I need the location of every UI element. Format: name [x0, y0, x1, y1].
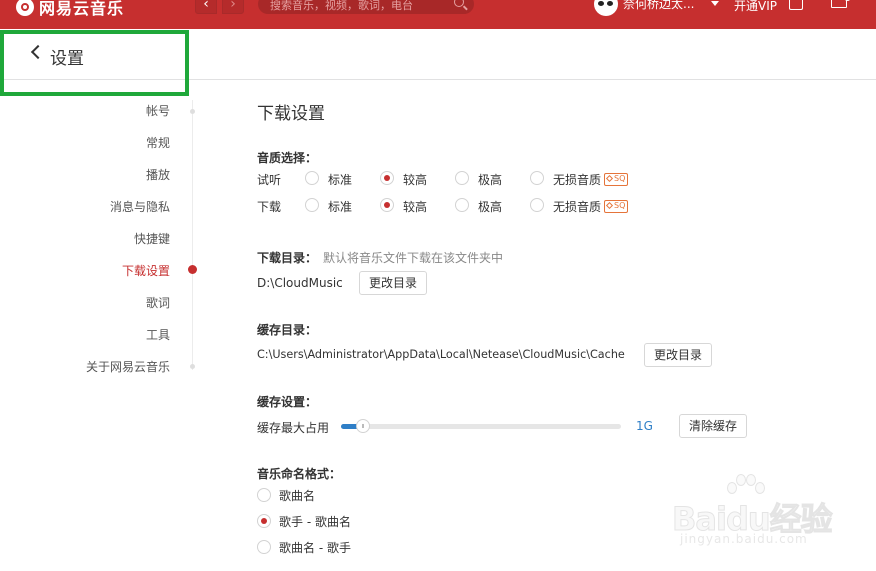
nav-back-button[interactable]: ‹ [195, 0, 217, 14]
cache-settings-label: 缓存设置： [257, 395, 318, 409]
option-label: 标准 [328, 173, 353, 187]
option-label: 无损音质 [553, 173, 602, 187]
sidebar-item-about[interactable]: 关于网易云音乐 [86, 358, 170, 375]
radio-download-standard[interactable] [305, 198, 319, 212]
download-dir-hint: 默认将音乐文件下载在该文件夹中 [323, 251, 504, 265]
cache-dir-label: 缓存目录： [257, 323, 318, 337]
shirt-icon[interactable] [789, 0, 803, 10]
cache-size-value: 1G [636, 419, 653, 433]
radio-preview-standard[interactable] [305, 171, 319, 185]
sidebar-item-general[interactable]: 常规 [146, 134, 170, 151]
quality-row-label: 下载 [257, 200, 282, 214]
sidebar-dot [190, 109, 195, 114]
naming-option-label: 歌手 - 歌曲名 [279, 515, 351, 529]
sq-badge: SQ [604, 173, 629, 186]
radio-download-lossless[interactable] [530, 198, 544, 212]
app-logo[interactable]: 网易云音乐 [16, 0, 124, 18]
change-cache-dir-button[interactable]: 更改目录 [644, 343, 713, 367]
naming-option-label: 歌曲名 - 歌手 [279, 541, 351, 555]
settings-header [0, 29, 876, 80]
quality-label: 音质选择： [257, 151, 318, 165]
title-bar: 网易云音乐 ‹ › 奈何桥边太... 开通VIP [0, 0, 876, 29]
watermark-url: jingyan.baidu.com [680, 532, 808, 546]
netease-logo-icon [16, 0, 34, 16]
radio-naming-artist-song[interactable] [257, 514, 271, 528]
cache-dir-path: C:\Users\Administrator\AppData\Local\Net… [257, 348, 625, 361]
nav-forward-button[interactable]: › [222, 0, 244, 14]
chevron-down-icon[interactable] [711, 1, 719, 6]
sidebar-item-shortcuts[interactable]: 快捷键 [134, 230, 170, 247]
option-label: 极高 [478, 200, 503, 214]
username[interactable]: 奈何桥边太... [623, 0, 694, 12]
cache-max-label: 缓存最大占用 [257, 421, 330, 435]
section-title: 下载设置 [257, 104, 325, 124]
naming-option-label: 歌曲名 [279, 489, 316, 503]
cache-size-slider[interactable] [341, 419, 621, 433]
option-label: 极高 [478, 173, 503, 187]
sq-badge: SQ [604, 200, 629, 213]
sidebar-item-download[interactable]: 下载设置 [122, 262, 170, 279]
radio-preview-extreme[interactable] [455, 171, 469, 185]
watermark-brand: Baidu经验 [672, 500, 834, 539]
sidebar-active-dot [188, 265, 197, 274]
sidebar-item-privacy[interactable]: 消息与隐私 [110, 198, 170, 215]
sidebar-item-lyrics[interactable]: 歌词 [146, 294, 170, 311]
option-label: 无损音质 [553, 200, 602, 214]
search-input[interactable] [268, 0, 442, 14]
sidebar-dot [190, 364, 195, 369]
download-dir-label: 下载目录： [257, 251, 318, 265]
mail-icon[interactable] [831, 0, 847, 8]
radio-preview-lossless[interactable] [530, 171, 544, 185]
radio-download-extreme[interactable] [455, 198, 469, 212]
option-label: 标准 [328, 200, 353, 214]
naming-format-label: 音乐命名格式： [257, 467, 342, 481]
sidebar-item-account[interactable]: 帐号 [146, 102, 170, 119]
change-download-dir-button[interactable]: 更改目录 [359, 271, 428, 295]
sidebar-item-playback[interactable]: 播放 [146, 166, 170, 183]
search-box[interactable] [258, 0, 474, 14]
clear-cache-button[interactable]: 清除缓存 [679, 414, 748, 438]
option-label: 较高 [403, 173, 428, 187]
sidebar-item-tools[interactable]: 工具 [146, 326, 170, 343]
avatar[interactable] [594, 0, 618, 16]
radio-naming-song-artist[interactable] [257, 540, 271, 554]
radio-download-higher[interactable] [380, 198, 394, 212]
radio-naming-song[interactable] [257, 488, 271, 502]
slider-thumb[interactable] [356, 419, 370, 433]
app-name: 网易云音乐 [39, 0, 125, 18]
baidu-watermark: Baidu经验 jingyan.baidu.com [672, 472, 834, 554]
search-icon[interactable] [454, 0, 464, 7]
page-title[interactable]: 设置 [50, 44, 84, 69]
vip-link[interactable]: 开通VIP [734, 0, 777, 14]
option-label: 较高 [403, 200, 428, 214]
download-dir-path: D:\CloudMusic [257, 276, 343, 290]
radio-preview-higher[interactable] [380, 171, 394, 185]
sidebar-timeline [192, 100, 193, 370]
quality-row-label: 试听 [257, 173, 282, 187]
